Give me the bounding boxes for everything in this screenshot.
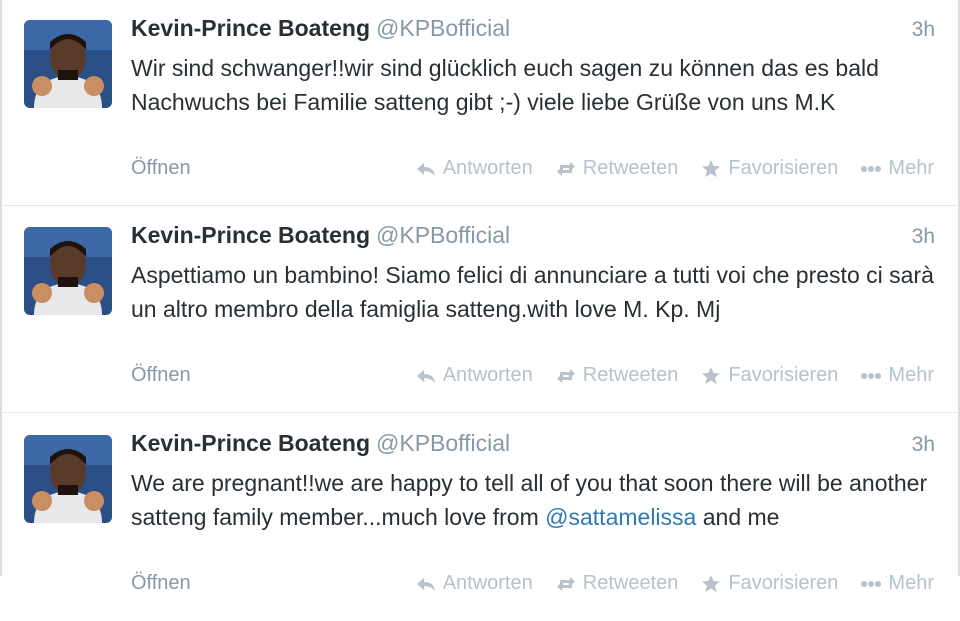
open-link[interactable]: Öffnen — [131, 364, 191, 387]
tweet-header: Kevin-Prince Boateng @KPBofficial — [131, 222, 510, 249]
avatar[interactable] — [24, 435, 112, 523]
more-label: Mehr — [888, 364, 934, 386]
more-icon — [861, 580, 882, 587]
reply-label: Antworten — [442, 157, 533, 179]
favorite-label: Favorisieren — [728, 157, 839, 179]
more-button[interactable]: Mehr — [860, 157, 934, 180]
user-handle[interactable]: @KPBofficial — [376, 15, 510, 41]
avatar[interactable] — [24, 227, 112, 315]
favorite-button[interactable]: Favorisieren — [700, 572, 838, 595]
open-link[interactable]: Öffnen — [131, 572, 191, 595]
tweet-actions: Antworten Retweeten Favorisieren Mehr — [415, 572, 934, 595]
reply-icon — [416, 162, 435, 176]
timestamp[interactable]: 3h — [912, 433, 935, 457]
retweet-icon — [556, 368, 575, 383]
user-name[interactable]: Kevin-Prince Boateng — [131, 222, 370, 248]
tweet-text: Wir sind schwanger!!wir sind glücklich e… — [131, 51, 936, 119]
tweet-item[interactable]: Kevin-Prince Boateng @KPBofficial 3h Aspe… — [0, 207, 960, 413]
tweet-header: Kevin-Prince Boateng @KPBofficial — [131, 430, 510, 457]
favorite-button[interactable]: Favorisieren — [700, 364, 838, 387]
more-icon — [861, 165, 882, 172]
tweet-actions: Antworten Retweeten Favorisieren Mehr — [415, 364, 934, 387]
retweet-button[interactable]: Retweeten — [555, 364, 679, 387]
user-name[interactable]: Kevin-Prince Boateng — [131, 430, 370, 456]
user-handle[interactable]: @KPBofficial — [376, 430, 510, 456]
reply-label: Antworten — [442, 572, 533, 594]
retweet-button[interactable]: Retweeten — [555, 157, 679, 180]
tweet-text-body: Aspettiamo un bambino! Siamo felici di a… — [131, 262, 934, 322]
retweet-icon — [556, 576, 575, 591]
reply-button[interactable]: Antworten — [415, 572, 533, 595]
user-name[interactable]: Kevin-Prince Boateng — [131, 15, 370, 41]
favorite-button[interactable]: Favorisieren — [700, 157, 838, 180]
more-button[interactable]: Mehr — [860, 364, 934, 387]
reply-icon — [416, 369, 435, 383]
retweet-icon — [556, 161, 575, 176]
more-label: Mehr — [888, 572, 934, 594]
reply-button[interactable]: Antworten — [415, 364, 533, 387]
tweet-item[interactable]: Kevin-Prince Boateng @KPBofficial 3h We a… — [0, 415, 960, 621]
tweet-text-tail: and me — [696, 504, 780, 530]
timestamp[interactable]: 3h — [912, 225, 935, 249]
avatar[interactable] — [24, 20, 112, 108]
open-link[interactable]: Öffnen — [131, 157, 191, 180]
reply-label: Antworten — [442, 364, 533, 386]
tweet-item[interactable]: Kevin-Prince Boateng @KPBofficial 3h Wir … — [0, 0, 960, 206]
reply-icon — [416, 577, 435, 591]
tweet-text-body: Wir sind schwanger!!wir sind glücklich e… — [131, 55, 879, 115]
more-label: Mehr — [888, 157, 934, 179]
timestamp[interactable]: 3h — [912, 18, 935, 42]
tweet-text: Aspettiamo un bambino! Siamo felici di a… — [131, 258, 936, 326]
reply-button[interactable]: Antworten — [415, 157, 533, 180]
star-icon — [702, 574, 721, 592]
more-button[interactable]: Mehr — [860, 572, 934, 595]
tweet-actions: Antworten Retweeten Favorisieren Mehr — [415, 157, 934, 180]
user-handle[interactable]: @KPBofficial — [376, 222, 510, 248]
favorite-label: Favorisieren — [728, 572, 839, 594]
mention-link[interactable]: @sattamelissa — [545, 504, 696, 530]
tweet-text: We are pregnant!!we are happy to tell al… — [131, 466, 936, 534]
star-icon — [702, 366, 721, 384]
tweet-text-body: We are pregnant!!we are happy to tell al… — [131, 470, 928, 530]
star-icon — [702, 159, 721, 177]
more-icon — [861, 372, 882, 379]
retweet-label: Retweeten — [582, 364, 679, 386]
tweet-header: Kevin-Prince Boateng @KPBofficial — [131, 15, 510, 42]
favorite-label: Favorisieren — [728, 364, 839, 386]
retweet-button[interactable]: Retweeten — [555, 572, 679, 595]
retweet-label: Retweeten — [582, 157, 679, 179]
retweet-label: Retweeten — [582, 572, 679, 594]
